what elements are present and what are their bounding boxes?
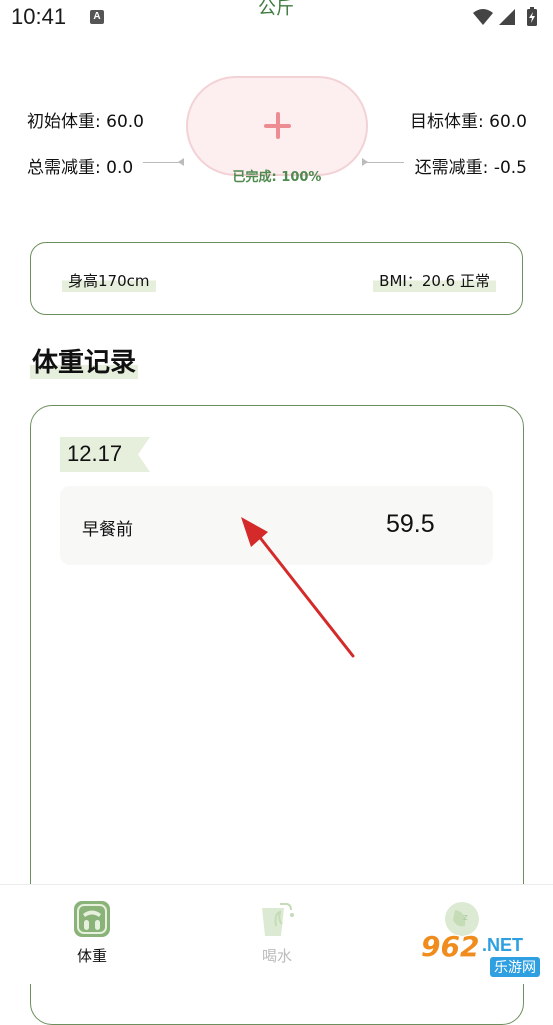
cup-icon[interactable] <box>258 900 296 938</box>
annotation-arrow <box>241 517 355 658</box>
nav-label-water[interactable]: 喝水 <box>262 945 292 966</box>
svg-text:z: z <box>463 913 468 923</box>
watermark-site-name: 乐游网 <box>490 957 540 977</box>
nav-label-weight[interactable]: 体重 <box>77 945 107 966</box>
watermark-number: 962 <box>421 930 480 963</box>
watermark-suffix: .NET <box>482 935 524 955</box>
scale-icon[interactable] <box>73 900 111 938</box>
